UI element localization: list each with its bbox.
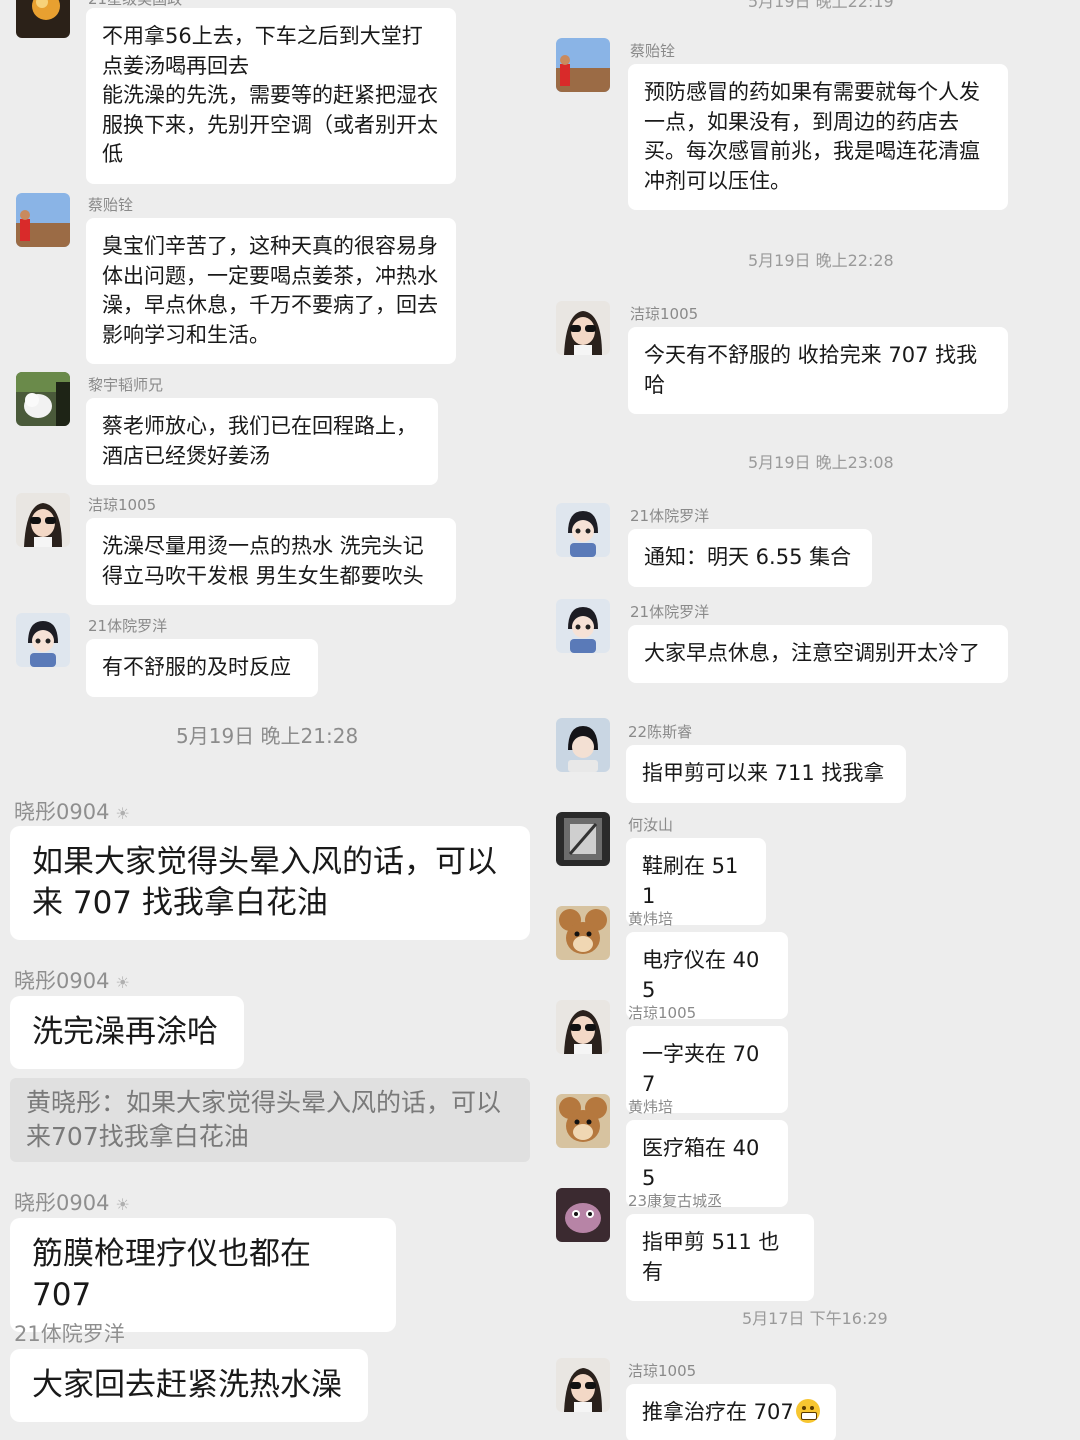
avatar[interactable] bbox=[556, 1094, 610, 1148]
timestamp-divider: 5月19日 晚上22:28 bbox=[748, 251, 894, 270]
message-text: 一字夹在 707 bbox=[642, 1042, 760, 1096]
message-bubble[interactable]: 预防感冒的药如果有需要就每个人发一点，如果没有，到周边的药店去买。每次感冒前兆，… bbox=[628, 64, 1008, 210]
message-bubble[interactable]: 不用拿56上去，下车之后到大堂打点姜汤喝再回去 能洗澡的先洗，需要等的赶紧把湿衣… bbox=[86, 8, 456, 184]
message-bubble[interactable]: 筋膜枪理疗仪也都在 707 bbox=[10, 1218, 396, 1332]
avatar[interactable] bbox=[556, 38, 610, 92]
message-bubble[interactable]: 如果大家觉得头晕入风的话，可以来 707 找我拿白花油 bbox=[10, 826, 530, 940]
sender-name-text: 晓彤0904 bbox=[14, 800, 110, 824]
message-bubble[interactable]: 蔡老师放心，我们已在回程路上，酒店已经煲好姜汤 bbox=[86, 398, 438, 485]
grinning-emoji-icon bbox=[795, 1399, 820, 1423]
sender-name: 晓彤0904 ☀ bbox=[14, 965, 130, 995]
avatar[interactable] bbox=[556, 1358, 610, 1412]
sender-name: 22陈斯睿 bbox=[628, 723, 693, 741]
message-bubble[interactable]: 洗完澡再涂哈 bbox=[10, 996, 244, 1069]
message-text: 大家早点休息，注意空调别开太冷了 bbox=[644, 641, 980, 665]
sender-name: 黄炜培 bbox=[628, 910, 674, 928]
timestamp-divider: 5月19日 晚上22:19 bbox=[748, 0, 894, 11]
message-text: 蔡老师放心，我们已在回程路上，酒店已经煲好姜汤 bbox=[102, 414, 417, 468]
message-bubble[interactable]: 通知：明天 6.55 集合 bbox=[628, 529, 872, 587]
avatar[interactable] bbox=[556, 503, 610, 557]
message-text: 大家回去赶紧洗热水澡 bbox=[32, 1367, 342, 1403]
sender-name-text: 晓彤0904 bbox=[14, 1191, 110, 1215]
avatar[interactable] bbox=[556, 301, 610, 355]
sender-name-text: 21体院罗洋 bbox=[14, 1322, 125, 1346]
sun-icon: ☀ bbox=[115, 804, 130, 823]
avatar[interactable] bbox=[16, 493, 70, 547]
message-bubble[interactable]: 指甲剪 511 也有 bbox=[626, 1214, 814, 1301]
message-text: 有不舒服的及时反应 bbox=[102, 655, 291, 679]
sender-name: 21体院罗洋 bbox=[630, 507, 710, 525]
sender-name: 何汝山 bbox=[628, 816, 674, 834]
message-bubble[interactable]: 推拿治疗在 707 bbox=[626, 1384, 836, 1440]
sender-name: 洁琼1005 bbox=[628, 1362, 697, 1380]
sun-icon: ☀ bbox=[115, 973, 130, 992]
message-bubble[interactable]: 大家回去赶紧洗热水澡 bbox=[10, 1349, 368, 1422]
message-text: 预防感冒的药如果有需要就每个人发一点，如果没有，到周边的药店去买。每次感冒前兆，… bbox=[644, 80, 980, 193]
timestamp-divider: 5月19日 晚上21:28 bbox=[176, 724, 359, 748]
sender-name: 23康复古城丞 bbox=[628, 1192, 723, 1210]
right-chat-column[interactable]: 5月19日 晚上22:19 蔡贻铨 预防感冒的药如果有需要就每个人发一点，如果没… bbox=[540, 0, 1080, 1440]
avatar[interactable] bbox=[556, 1000, 610, 1054]
sender-name: 洁琼1005 bbox=[628, 1004, 697, 1022]
sender-name: 洁琼1005 bbox=[88, 496, 157, 514]
avatar[interactable] bbox=[556, 1188, 610, 1242]
message-text: 今天有不舒服的 收拾完来 707 找我哈 bbox=[644, 343, 978, 397]
quoted-message[interactable]: 黄晓彤：如果大家觉得头晕入风的话，可以来707找我拿白花油 bbox=[10, 1078, 530, 1162]
avatar[interactable] bbox=[556, 812, 610, 866]
avatar[interactable] bbox=[16, 372, 70, 426]
message-text: 洗完澡再涂哈 bbox=[32, 1014, 218, 1050]
sender-name: 21体院罗洋 bbox=[88, 617, 168, 635]
sender-name: 黄炜培 bbox=[628, 1098, 674, 1116]
message-text: 筋膜枪理疗仪也都在 707 bbox=[32, 1236, 311, 1313]
sender-name-text: 晓彤0904 bbox=[14, 969, 110, 993]
quoted-text: 黄晓彤：如果大家觉得头晕入风的话，可以来707找我拿白花油 bbox=[26, 1088, 502, 1151]
avatar[interactable] bbox=[556, 599, 610, 653]
sender-name: 晓彤0904 ☀ bbox=[14, 796, 130, 826]
sender-name: 21体院罗洋 bbox=[630, 603, 710, 621]
message-bubble[interactable]: 臭宝们辛苦了，这种天真的很容易身体出问题，一定要喝点姜茶，冲热水澡，早点休息，千… bbox=[86, 218, 456, 364]
message-bubble[interactable]: 有不舒服的及时反应 bbox=[86, 639, 318, 697]
avatar[interactable] bbox=[16, 613, 70, 667]
message-bubble[interactable]: 指甲剪可以来 711 找我拿 bbox=[626, 745, 906, 803]
message-text: 洗澡尽量用烫一点的热水 洗完头记得立马吹干发根 男生女生都要吹头 bbox=[102, 534, 424, 588]
sender-name: 蔡贻铨 bbox=[88, 196, 134, 214]
message-text: 指甲剪 511 也有 bbox=[642, 1230, 780, 1284]
message-bubble[interactable]: 今天有不舒服的 收拾完来 707 找我哈 bbox=[628, 327, 1008, 414]
message-text: 电疗仪在 405 bbox=[642, 948, 760, 1002]
sender-name: 黎宇韬师兄 bbox=[88, 376, 164, 394]
message-bubble[interactable]: 大家早点休息，注意空调别开太冷了 bbox=[628, 625, 1008, 683]
message-text: 不用拿56上去，下车之后到大堂打点姜汤喝再回去 能洗澡的先洗，需要等的赶紧把湿衣… bbox=[102, 24, 438, 166]
sender-name: 蔡贻铨 bbox=[630, 42, 676, 60]
message-text: 推拿治疗在 707 bbox=[642, 1398, 820, 1428]
message-text: 如果大家觉得头晕入风的话，可以来 707 找我拿白花油 bbox=[32, 844, 497, 921]
sender-name: 洁琼1005 bbox=[630, 305, 699, 323]
sender-name: 晓彤0904 ☀ bbox=[14, 1187, 130, 1217]
sender-name: 21体院罗洋 bbox=[14, 1318, 125, 1348]
message-text: 指甲剪可以来 711 找我拿 bbox=[642, 761, 885, 785]
avatar[interactable] bbox=[556, 906, 610, 960]
left-chat-column[interactable]: 21星级美国政 不用拿56上去，下车之后到大堂打点姜汤喝再回去 能洗澡的先洗，需… bbox=[0, 0, 540, 1440]
avatar[interactable] bbox=[16, 0, 70, 38]
message-bubble[interactable]: 洗澡尽量用烫一点的热水 洗完头记得立马吹干发根 男生女生都要吹头 bbox=[86, 518, 456, 605]
avatar[interactable] bbox=[16, 193, 70, 247]
message-text: 医疗箱在 405 bbox=[642, 1136, 760, 1190]
message-text-content: 推拿治疗在 707 bbox=[642, 1400, 794, 1424]
avatar[interactable] bbox=[556, 718, 610, 772]
message-text: 臭宝们辛苦了，这种天真的很容易身体出问题，一定要喝点姜茶，冲热水澡，早点休息，千… bbox=[102, 234, 438, 347]
sun-icon: ☀ bbox=[115, 1195, 130, 1214]
timestamp-divider: 5月17日 下午16:29 bbox=[742, 1309, 888, 1328]
message-text: 鞋刷在 511 bbox=[642, 854, 739, 908]
timestamp-divider: 5月19日 晚上23:08 bbox=[748, 453, 894, 472]
message-text: 通知：明天 6.55 集合 bbox=[644, 545, 852, 569]
